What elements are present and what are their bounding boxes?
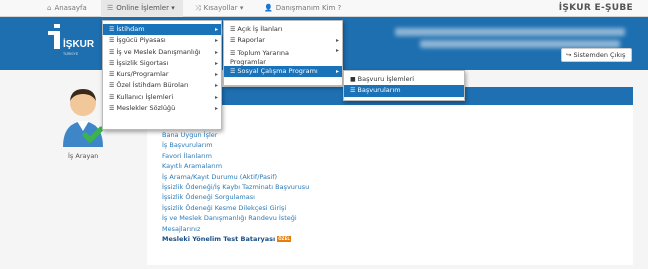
list-icon: ☰ [350,87,356,95]
menu-item-toplum-yararina-programlar[interactable]: ☰ Toplum Yararına Programlar ▸ [224,47,342,66]
nav-danismanim[interactable]: 👤 Danışmanım Kim ? [264,0,341,17]
list-icon: ☰ [109,48,115,56]
nav-online-label: Online İşlemler [116,4,169,12]
home-icon: ⌂ [47,4,52,12]
user-icon: 👤 [264,4,273,12]
list-icon: ☰ [109,82,115,90]
list-icon: ☰ [230,26,236,33]
list-icon: ☰ [109,37,115,45]
menu-item-raporlar[interactable]: ☰ Raporlar ▸ [224,35,342,46]
menu-item-label: İş ve Meslek Danışmanlığı [116,47,201,56]
list-icon: ☰ [109,105,115,113]
list-icon: ☰ [107,4,114,12]
shuffle-icon: ⤨ [195,4,201,12]
menu-item-istihdam[interactable]: ☰ İstihdam ▸ [103,24,221,36]
link-issizlik-odenegi-sorgulamasi[interactable]: İşsizlik Ödeneği Sorgulaması [162,192,309,202]
chevron-right-icon: ▸ [335,46,339,54]
user-caption: İş Arayan [68,152,99,160]
logout-icon: ↪ [566,51,572,59]
chevron-right-icon: ▸ [214,59,218,67]
caret-down-icon: ▾ [239,4,244,12]
link-kesme-dilekcesi[interactable]: İşsizlik Ödeneği Kesme Dilekçesi Girişi [162,203,309,213]
list-icon: ☰ [109,59,115,67]
nav-home-label: Anasayfa [54,4,87,12]
menu-item-meslekler-sozlugu[interactable]: ☰ Meslekler Sözlüğü ▸ [103,103,221,114]
menu-item-label: Başvurularım [357,86,401,95]
chevron-right-icon: ▸ [214,82,218,90]
menu-item-kullanici-islemleri[interactable]: ☰ Kullanıcı İşlemleri ▸ [103,92,221,103]
nav-kisayollar[interactable]: ⤨ Kısayollar ▾ [195,0,243,17]
menu-item-label: Başvuru İşlemleri [357,75,415,83]
new-badge: ÖZEL [277,235,291,242]
list-icon: ☰ [230,67,236,75]
briefcase-icon: ■ [350,76,356,83]
chevron-right-icon: ▸ [214,37,218,45]
link-is-basvurularim[interactable]: İş Başvurularım [162,140,309,150]
nav-online-islemler[interactable]: ☰ Online İşlemler ▾ [101,0,183,17]
link-randevu-istegi[interactable]: İş ve Meslek Danışmanlığı Randevu İsteği [162,213,309,223]
logout-button[interactable]: ↪ Sistemden Çıkış [561,48,632,62]
chevron-right-icon: ▸ [335,67,339,75]
list-icon: ☰ [230,49,236,57]
menu-item-basvuru-islemleri[interactable]: ■ Başvuru İşlemleri [344,74,464,85]
menu-item-issizlik-sigortasi[interactable]: ☰ İşsizlik Sigortası ▸ [103,58,221,69]
menu-item-label: Toplum Yararına [237,48,289,57]
logo-sub: TÜRKİYE [63,51,79,56]
link-bana-uygun-isler[interactable]: Bana Uygun İşler [162,130,309,140]
chevron-right-icon: ▸ [214,93,218,101]
menu-item-label: Kullanıcı İşlemleri [116,92,174,101]
menu-item-ozel-istihdam-burolari[interactable]: ☰ Özel İstihdam Büroları ▸ [103,80,221,91]
chevron-right-icon: ▸ [214,105,218,113]
menu-item-label: İstihdam [116,25,145,33]
menu-item-label: Özel İstihdam Büroları [116,81,189,90]
menu-item-isgucu-piyasasi[interactable]: ☰ İşgücü Piyasası ▸ [103,35,221,46]
link-kayit-durumu[interactable]: İş Arama/Kayıt Durumu (Aktif/Pasif) [162,172,309,182]
link-mesleki-yonelim[interactable]: Mesleki Yönelim Test Bataryası ÖZEL [162,234,309,244]
logo-text: İŞKUR [63,37,95,50]
brand-title: İŞKUR E-ŞUBE [558,3,633,13]
menu-item-basvurularim[interactable]: ☰ Başvurularım [344,85,464,97]
istihdam-submenu: ☰ Açık İş İlanları ☰ Raporlar ▸ ☰ Toplum Yar… [223,20,343,86]
user-avatar [59,85,107,150]
link-favori-ilanlarim[interactable]: Favori İlanlarım [162,151,309,161]
link-mesajlariniz[interactable]: Mesajlarınız [162,224,309,234]
list-icon: ☰ [109,26,115,33]
caret-down-icon: ▾ [171,4,175,12]
nav-home[interactable]: ⌂ Anasayfa [47,0,87,17]
menu-item-acik-is-ilanlari[interactable]: ☰ Açık İş İlanları [224,24,342,35]
chevron-right-icon: ▸ [335,37,339,45]
online-islemler-menu: ☰ İstihdam ▸ ☰ İşgücü Piyasası ▸ ☰ İş ve Mesl… [102,20,222,130]
top-navbar: ⌂ Anasayfa ☰ Online İşlemler ▾ ⤨ Kısayollar… [0,0,648,17]
menu-item-sosyal-calisma-programi[interactable]: ☰ Sosyal Çalışma Programı ▸ [224,65,342,77]
menu-item-label: Meslekler Sözlüğü [116,104,176,113]
nav-advisor-label: Danışmanım Kim ? [275,4,342,12]
nav-shortcuts-label: Kısayollar [203,4,238,12]
list-icon: ☰ [109,71,115,79]
menu-item-label-line2: Programlar [230,57,266,66]
chevron-right-icon: ▸ [214,26,218,33]
menu-item-label: İşsizlik Sigortası [116,58,169,67]
menu-item-label: Sosyal Çalışma Programı [237,66,318,75]
link-kayitli-aramalarim[interactable]: Kayıtlı Aramalarım [162,161,309,171]
chevron-right-icon: ▸ [214,71,218,79]
menu-item-label: İşgücü Piyasası [116,36,166,45]
link-mesleki-yonelim-label: Mesleki Yönelim Test Bataryası [162,234,276,243]
menu-item-kurs-programlar[interactable]: ☰ Kurs/Programlar ▸ [103,69,221,80]
list-icon: ☰ [109,93,115,101]
sosyal-calisma-submenu: ■ Başvuru İşlemleri ☰ Başvurularım [343,70,465,101]
menu-item-label: Raporlar [237,36,265,45]
logout-label: Sistemden Çıkış [573,51,626,59]
link-list: Bana Uygun İşler İş Başvurularım Favori … [162,130,309,244]
menu-item-is-meslek-danismanligi[interactable]: ☰ İş ve Meslek Danışmanlığı ▸ [103,47,221,58]
chevron-right-icon: ▸ [214,48,218,56]
list-icon: ☰ [230,37,236,45]
menu-item-label: Kurs/Programlar [116,70,169,79]
menu-item-label: Açık İş İlanları [237,25,283,33]
link-issizlik-odenegi-basvurusu[interactable]: İşsizlik Ödeneği/İş Kaybı Tazminatı Başv… [162,182,309,192]
